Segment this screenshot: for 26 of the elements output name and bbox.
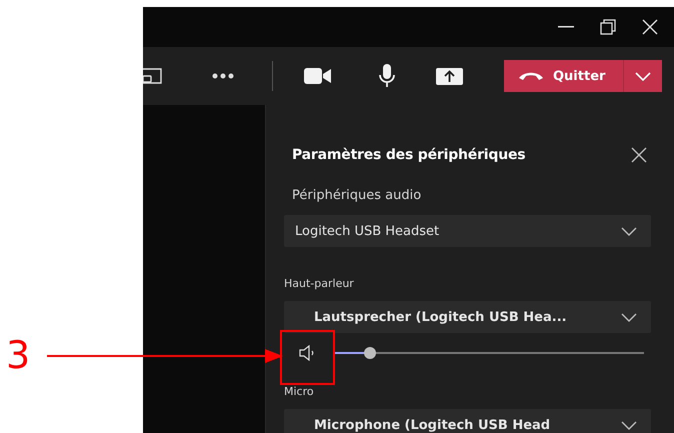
phone-hangup-icon (518, 71, 544, 81)
device-dropdown[interactable]: Microphone (Logitech USB Head (284, 409, 651, 433)
close-icon[interactable] (631, 147, 647, 163)
microphone-icon[interactable] (378, 64, 396, 88)
screen-layout-icon[interactable] (143, 68, 163, 84)
device-dropdown[interactable]: Logitech USB Headset (284, 215, 651, 247)
chevron-icon (621, 312, 637, 322)
chevron-icon (621, 226, 637, 236)
video-camera-icon[interactable] (304, 68, 331, 84)
leave-options-button[interactable] (623, 60, 662, 92)
slider-thumb[interactable] (364, 347, 376, 359)
leave-button[interactable]: Quitter (504, 60, 624, 92)
chevron-icon (621, 420, 637, 430)
caret-icon (635, 72, 652, 80)
panel-title: Paramètres des périphériques (292, 147, 526, 163)
field-label: Haut-parleur (284, 277, 355, 291)
annotation-label: 3 (6, 333, 30, 377)
close-icon[interactable] (642, 19, 658, 35)
share-screen-icon[interactable] (436, 68, 463, 84)
highlight-box (280, 330, 335, 385)
device-dropdown[interactable]: Lautsprecher (Logitech USB Hea... (284, 301, 651, 333)
field-label: Périphériques audio (291, 188, 422, 204)
field-label: Micro (284, 385, 315, 399)
restore-icon[interactable] (600, 19, 616, 35)
more-options-icon[interactable] (212, 73, 234, 79)
minimize-icon[interactable] (558, 26, 574, 28)
